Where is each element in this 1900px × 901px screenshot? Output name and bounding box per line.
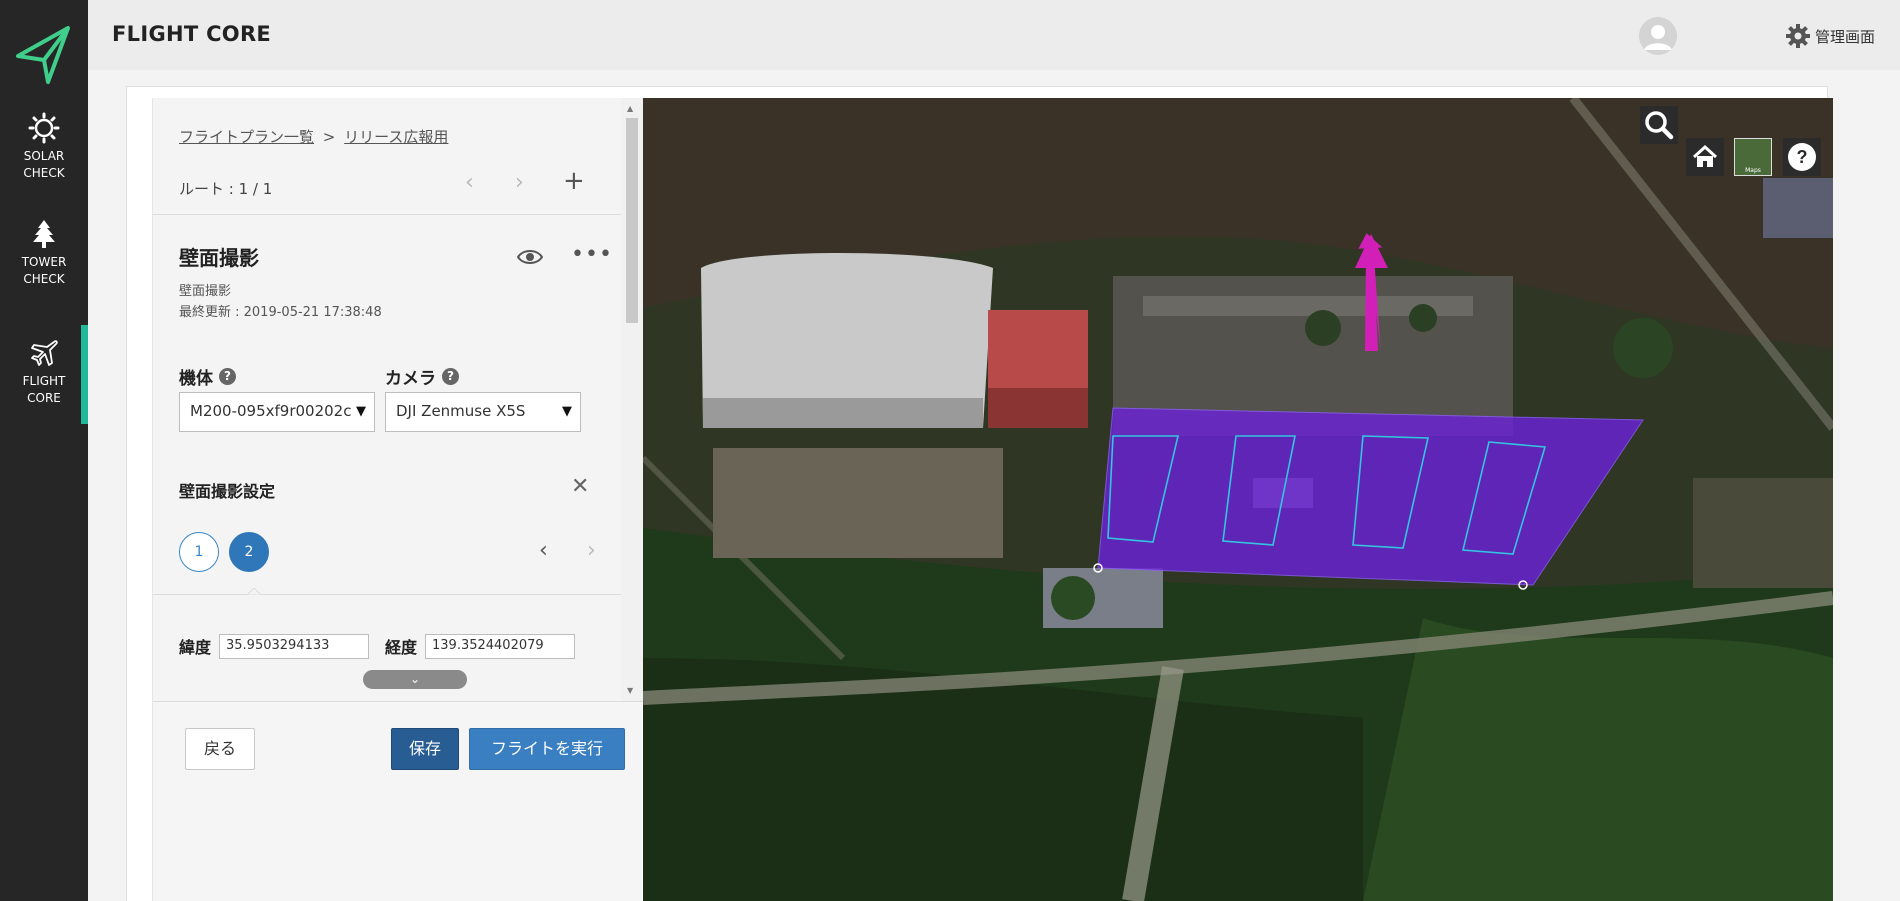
admin-label: 管理画面 (1815, 27, 1876, 46)
airplane-icon (31, 340, 58, 366)
tree-icon (33, 220, 55, 248)
satellite-map[interactable]: Maps ? (643, 98, 1833, 901)
map-layer-icon[interactable]: Maps (1734, 138, 1772, 176)
nav-label: FLIGHT (22, 374, 66, 388)
app-logo-icon[interactable] (14, 22, 72, 88)
add-route-icon[interactable]: + (563, 166, 585, 196)
scroll-down-icon[interactable]: ▼ (627, 686, 633, 695)
nav-flight-core[interactable]: FLIGHT CORE (0, 325, 88, 424)
run-flight-button[interactable]: フライトを実行 (469, 728, 625, 770)
search-icon[interactable] (1640, 106, 1678, 144)
help-icon[interactable]: ? (442, 368, 459, 385)
nav-solar-check[interactable]: SOLAR CHECK (0, 112, 88, 182)
aircraft-value: M200-095xf9r00202c (190, 402, 352, 420)
nav-label: CHECK (23, 166, 65, 180)
dropdown-caret-icon: ▼ (562, 404, 572, 419)
help-icon[interactable]: ? (219, 368, 236, 385)
nav-label: TOWER (21, 255, 67, 269)
left-nav: SOLAR CHECK TOWER CHECK FLIGHT CORE (0, 0, 88, 901)
route-next-icon[interactable]: › (515, 170, 524, 195)
save-button[interactable]: 保存 (391, 728, 459, 770)
visibility-eye-icon[interactable] (516, 248, 544, 270)
latitude-input[interactable]: 35.9503294133 (219, 634, 369, 659)
aircraft-label: 機体 ? (179, 364, 236, 389)
step-prev-icon[interactable]: ‹ (539, 538, 548, 563)
page-title: FLIGHT CORE (112, 22, 272, 46)
divider (153, 701, 643, 702)
home-icon[interactable] (1686, 138, 1724, 176)
aircraft-label-text: 機体 (179, 369, 213, 389)
breadcrumb: フライトプラン一覧 > リリース広報用 (179, 126, 448, 147)
scrollbar-thumb[interactable] (626, 118, 638, 323)
camera-value: DJI Zenmuse X5S (396, 402, 526, 420)
breadcrumb-current[interactable]: リリース広報用 (344, 128, 448, 146)
expand-chevron-icon[interactable]: ⌄ (363, 670, 467, 689)
svg-text:?: ? (1797, 147, 1808, 167)
back-button[interactable]: 戻る (185, 728, 255, 770)
plan-subtitle: 壁面撮影 (179, 284, 232, 299)
close-icon[interactable]: ✕ (571, 474, 589, 499)
breadcrumb-plan-list[interactable]: フライトプラン一覧 (179, 128, 314, 146)
longitude-label: 経度 (385, 638, 418, 657)
camera-label-text: カメラ (385, 369, 436, 389)
scroll-up-icon[interactable]: ▲ (627, 104, 633, 113)
step-2[interactable]: 2 (229, 532, 269, 572)
plan-title: 壁面撮影 (179, 246, 259, 270)
step-1[interactable]: 1 (179, 532, 219, 572)
user-avatar[interactable] (1639, 17, 1677, 55)
route-prev-icon[interactable]: ‹ (465, 170, 474, 195)
plan-meta: 壁面撮影 最終更新 : 2019-05-21 17:38:48 (179, 281, 382, 323)
header: FLIGHT CORE 管理画面 (88, 0, 1900, 70)
nav-tower-check[interactable]: TOWER CHECK (0, 218, 88, 288)
camera-label: カメラ ? (385, 364, 459, 389)
route-counter: ルート : 1 / 1 (179, 180, 273, 198)
panel-scrollbar[interactable]: ▲ ▼ (621, 98, 643, 701)
latitude-label: 緯度 (179, 638, 212, 657)
gear-icon (1786, 24, 1810, 48)
more-options-icon[interactable]: ••• (571, 242, 613, 267)
step-next-icon[interactable]: › (587, 538, 596, 563)
admin-link[interactable]: 管理画面 (1785, 23, 1875, 49)
plan-updated: 最終更新 : 2019-05-21 17:38:48 (179, 305, 382, 320)
sun-icon (28, 112, 60, 144)
divider (153, 594, 621, 595)
flight-plan-panel: フライトプラン一覧 > リリース広報用 ルート : 1 / 1 ‹ › + 壁面… (152, 98, 643, 901)
step-pointer (247, 588, 261, 595)
map-canvas[interactable] (643, 98, 1833, 901)
dropdown-caret-icon: ▼ (356, 404, 366, 419)
longitude-input[interactable]: 139.3524402079 (425, 634, 575, 659)
nav-label: CORE (27, 391, 61, 405)
help-icon[interactable]: ? (1783, 138, 1821, 176)
aircraft-select[interactable]: M200-095xf9r00202c ▼ (179, 392, 375, 432)
panel-scroll-area: フライトプラン一覧 > リリース広報用 ルート : 1 / 1 ‹ › + 壁面… (153, 98, 621, 701)
nav-label: SOLAR (23, 149, 65, 163)
divider (153, 214, 621, 215)
nav-label: CHECK (23, 272, 65, 286)
settings-title: 壁面撮影設定 (179, 482, 276, 501)
layer-thumb-label: Maps (1745, 167, 1761, 174)
breadcrumb-separator: > (322, 128, 336, 146)
camera-select[interactable]: DJI Zenmuse X5S ▼ (385, 392, 581, 432)
user-icon (1639, 17, 1677, 55)
